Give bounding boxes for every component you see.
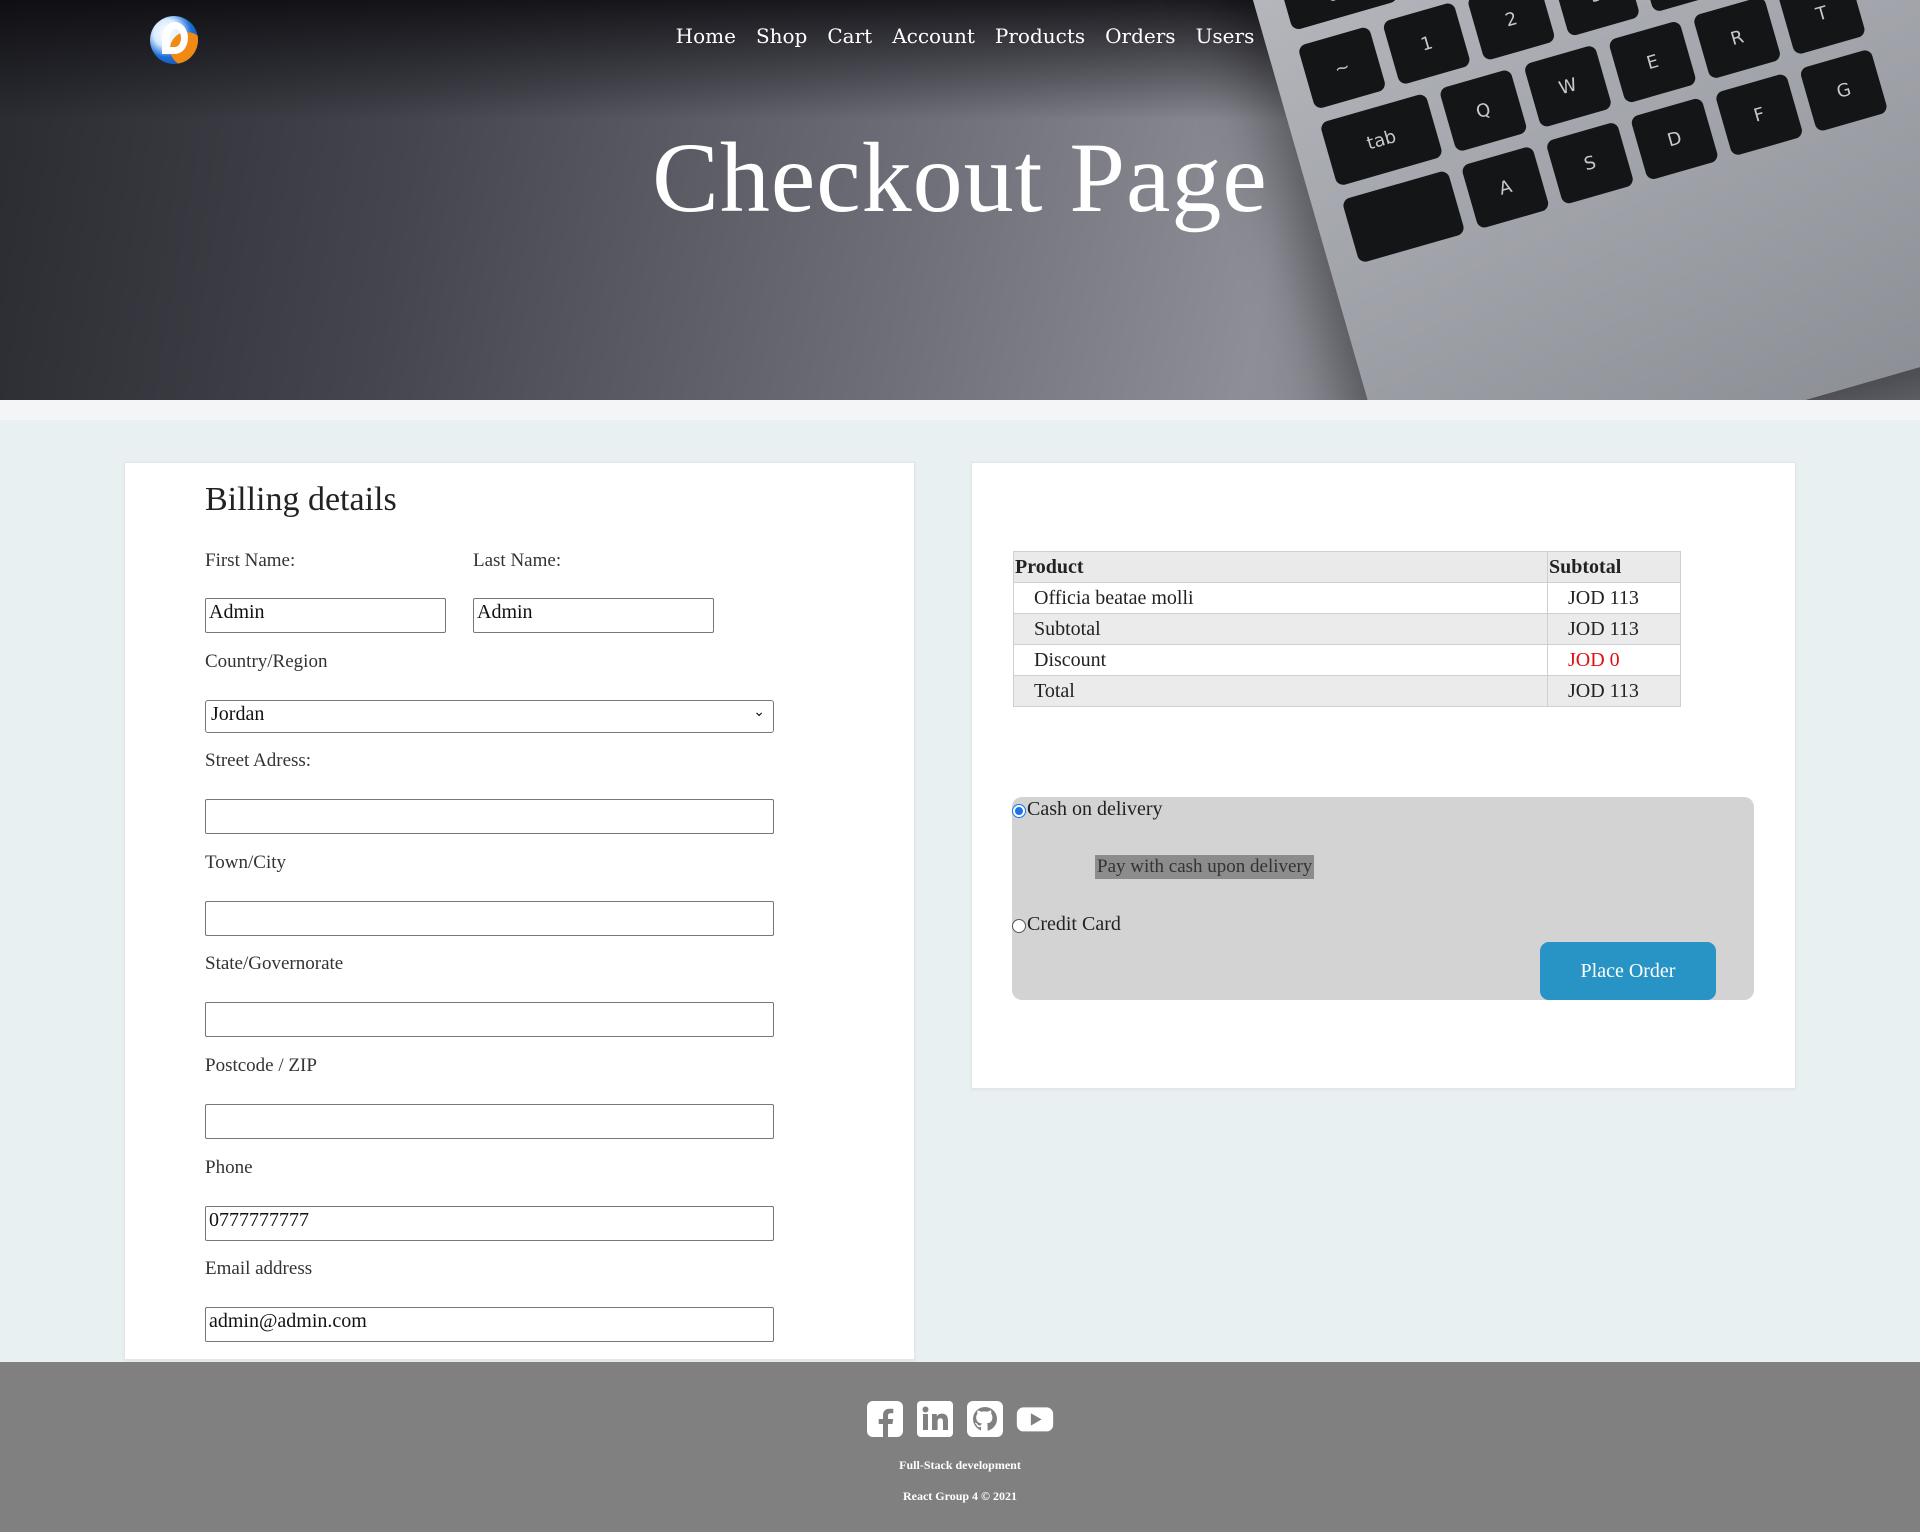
table-row: Officia beatae molli JOD 113 — [1013, 582, 1681, 614]
billing-details-card: Billing details First Name: Last Name: A… — [124, 462, 915, 1360]
column-header-subtotal: Subtotal — [1547, 551, 1681, 583]
country-selected-value: Jordan — [211, 703, 265, 725]
github-icon[interactable] — [966, 1400, 1004, 1438]
last-name-input[interactable]: Admin — [473, 598, 714, 633]
facebook-icon[interactable] — [866, 1400, 904, 1438]
youtube-icon[interactable] — [1016, 1400, 1054, 1438]
nav-orders[interactable]: Orders — [1105, 24, 1175, 48]
credit-card-radio[interactable] — [1012, 919, 1026, 933]
linkedin-icon[interactable] — [916, 1400, 954, 1438]
postcode-input[interactable] — [205, 1104, 774, 1139]
last-name-label: Last Name: — [473, 550, 562, 571]
column-header-product: Product — [1013, 551, 1548, 583]
row-value: JOD 113 — [1547, 613, 1681, 645]
order-table: Product Subtotal Officia beatae molli JO… — [1013, 551, 1681, 707]
city-label: Town/City — [205, 852, 287, 873]
row-value: JOD 113 — [1547, 582, 1681, 614]
postcode-label: Postcode / ZIP — [205, 1055, 317, 1076]
nav-cart[interactable]: Cart — [827, 24, 872, 48]
state-label: State/Governorate — [205, 953, 344, 974]
social-links — [0, 1400, 1920, 1438]
chevron-down-icon: ⌄ — [753, 704, 765, 720]
phone-label: Phone — [205, 1157, 253, 1178]
phone-input[interactable]: 0777777777 — [205, 1206, 774, 1241]
table-row: Total JOD 113 — [1013, 675, 1681, 707]
city-input[interactable] — [205, 901, 774, 936]
row-label: Officia beatae molli — [1013, 582, 1548, 614]
nav-account[interactable]: Account — [892, 24, 975, 48]
cash-note: Pay with cash upon delivery — [1095, 855, 1315, 879]
email-input[interactable]: admin@admin.com — [205, 1307, 774, 1342]
order-summary-card: Product Subtotal Officia beatae molli JO… — [971, 462, 1796, 1089]
footer-copyright: React Group 4 © 2021 — [902, 1489, 1018, 1503]
divider-strip — [0, 400, 1920, 420]
footer: Full-Stack development React Group 4 © 2… — [0, 1362, 1920, 1532]
nav-products[interactable]: Products — [995, 24, 1085, 48]
country-label: Country/Region — [205, 651, 328, 672]
billing-heading: Billing details — [205, 481, 397, 518]
credit-card-label[interactable]: Credit Card — [1027, 913, 1121, 936]
first-name-input[interactable]: Admin — [205, 598, 446, 633]
hero-banner: esc☼☼▭▦…… ~123456 tabQWERT ASDFG Home Sh… — [0, 0, 1920, 400]
table-row: Discount JOD 0 — [1013, 644, 1681, 676]
email-label: Email address — [205, 1258, 313, 1279]
footer-tagline: Full-Stack development — [899, 1458, 1021, 1472]
table-row: Subtotal JOD 113 — [1013, 613, 1681, 645]
state-input[interactable] — [205, 1002, 774, 1037]
place-order-button[interactable]: Place Order — [1540, 942, 1716, 1000]
main-nav: Home Shop Cart Account Products Orders U… — [0, 24, 1920, 48]
discount-value: JOD 0 — [1547, 644, 1681, 676]
street-input[interactable] — [205, 799, 774, 834]
cash-label[interactable]: Cash on delivery — [1027, 798, 1163, 821]
row-label: Total — [1013, 675, 1548, 707]
cash-radio[interactable] — [1012, 804, 1026, 818]
first-name-label: First Name: — [205, 550, 296, 571]
row-label: Discount — [1013, 644, 1548, 676]
country-select[interactable]: Jordan ⌄ — [205, 700, 774, 733]
payment-method-panel: Cash on delivery Pay with cash upon deli… — [1012, 797, 1754, 1000]
page-title: Checkout Page — [652, 122, 1268, 233]
nav-users[interactable]: Users — [1196, 24, 1255, 48]
nav-home[interactable]: Home — [676, 24, 736, 48]
row-label: Subtotal — [1013, 613, 1548, 645]
row-value: JOD 113 — [1547, 675, 1681, 707]
nav-shop[interactable]: Shop — [756, 24, 807, 48]
street-label: Street Adress: — [205, 750, 312, 771]
